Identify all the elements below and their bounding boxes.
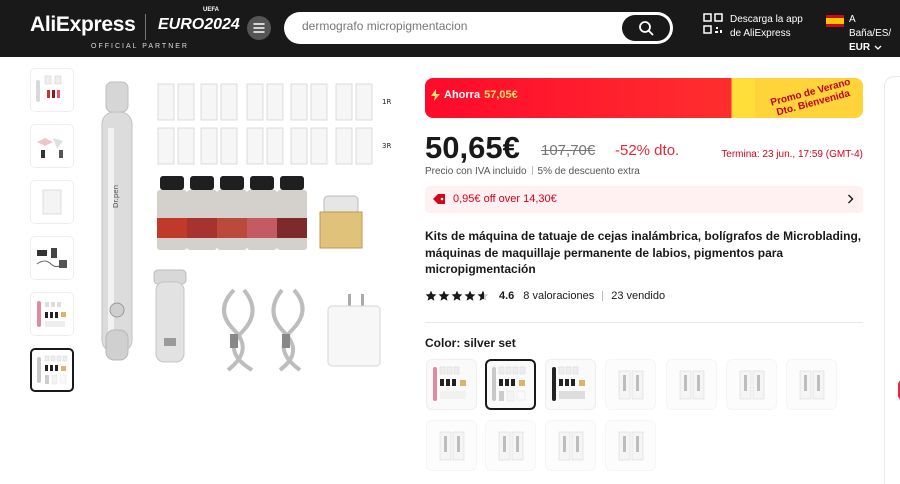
app-line-2: de AliExpress [730, 28, 791, 39]
color-option-needles-5[interactable] [426, 420, 477, 471]
coupon-tag-icon [433, 194, 445, 204]
download-app-link[interactable]: Descarga la app de AliExpress [703, 13, 803, 41]
app-line-1: Descarga la app [730, 14, 803, 25]
logo-divider [145, 14, 146, 40]
aliexpress-logo[interactable]: AliExpress [30, 13, 136, 37]
pen-brand-text: Dr.pen [112, 185, 120, 208]
thumbnail-1[interactable] [30, 68, 74, 112]
savings-label: Ahorra [444, 89, 481, 101]
color-option-needles-8[interactable] [605, 420, 656, 471]
extra-discount-text: 5% de descuento extra [537, 166, 640, 177]
region-selector[interactable]: A Baña/ES/ EUR [826, 13, 900, 55]
star-icon [438, 290, 450, 301]
purchase-panel [884, 76, 900, 484]
coupon-bar[interactable]: 0,95€ off over 14,30€ [425, 186, 863, 213]
menu-button[interactable] [247, 16, 271, 40]
rating-score: 4.6 [499, 290, 515, 302]
original-price: 107,70€ [541, 142, 596, 159]
color-option-needles-7[interactable] [545, 420, 596, 471]
tax-info: Precio con IVA incluido 5% de descuento e… [425, 166, 640, 177]
main-product-image[interactable]: Dr.pen 1R 3R [84, 68, 406, 390]
region-line-1: A Baña/ES/ [848, 14, 892, 39]
thumbnail-4[interactable] [30, 236, 74, 280]
color-option-pink-set[interactable] [426, 359, 477, 410]
euro2024-logo[interactable]: EURO2024 [158, 16, 240, 34]
search-bar [284, 12, 673, 44]
coupon-text: 0,95€ off over 14,30€ [453, 193, 557, 205]
product-title: Kits de máquina de tatuaje de cejas inal… [425, 229, 862, 276]
promo-banner[interactable]: Ahorra 57,05€ Promo de Verano Dto. Bienv… [425, 78, 863, 118]
summer-promo-text: Promo de Verano Dto. Bienvenida [769, 78, 852, 118]
savings-tag: Ahorra 57,05€ [431, 89, 518, 101]
search-input[interactable] [302, 19, 622, 33]
color-option-silver-set[interactable] [485, 359, 536, 410]
thumbnail-3[interactable] [30, 180, 74, 224]
discount-percent: -52% dto. [615, 142, 680, 159]
review-count[interactable]: 8 valoraciones [523, 290, 594, 302]
tax-included-text: Precio con IVA incluido [425, 166, 527, 177]
rating-row[interactable]: 4.6 8 valoraciones 23 vendido [425, 290, 665, 302]
uefa-label: UEFA [203, 7, 220, 13]
star-rating [425, 290, 489, 302]
color-option-needles-6[interactable] [485, 420, 536, 471]
qr-code-icon [703, 13, 723, 34]
thumbnail-6-selected[interactable] [30, 348, 74, 392]
current-price: 50,65€ [425, 130, 520, 165]
star-icon [464, 290, 476, 301]
film-roll [319, 195, 363, 249]
wall-charger [327, 294, 381, 367]
chevron-down-icon [874, 45, 882, 50]
color-label: Color: silver set [425, 336, 516, 350]
sold-count: 23 vendido [611, 290, 666, 302]
official-partner-label: OFFICIAL PARTNER [91, 43, 189, 50]
color-option-needles-1[interactable] [605, 359, 656, 410]
color-option-black-set[interactable] [545, 359, 596, 410]
thumbnail-list [30, 68, 74, 404]
top-header: AliExpress OFFICIAL PARTNER UEFA EURO202… [0, 0, 900, 57]
savings-amount: 57,05€ [484, 89, 518, 101]
star-icon [451, 290, 463, 301]
rating-divider [602, 291, 604, 301]
color-option-needles-3[interactable] [726, 359, 777, 410]
needle-cartridges [157, 83, 373, 165]
pen-grip [153, 269, 187, 363]
color-option-needles-2[interactable] [666, 359, 717, 410]
needle-label-1r: 1R [382, 98, 391, 106]
usb-cables [222, 288, 305, 372]
section-divider [425, 322, 863, 323]
star-icon [425, 290, 437, 301]
half-star-icon [477, 290, 489, 301]
pigment-bottles [157, 176, 307, 250]
tattoo-pen-image: Dr.pen [101, 81, 133, 361]
thumbnail-5[interactable] [30, 292, 74, 336]
hamburger-icon [253, 23, 265, 33]
price-row: 50,65€ 107,70€ -52% dto. Termina: 23 jun… [425, 130, 865, 166]
search-icon [639, 21, 654, 36]
offer-end-time: Termina: 23 jun., 17:59 (GMT-4) [721, 149, 863, 160]
tax-divider [531, 166, 533, 175]
search-button[interactable] [622, 15, 670, 41]
currency-label: EUR [848, 42, 871, 53]
summer-promo-badge: Promo de Verano Dto. Bienvenida [755, 78, 863, 118]
needle-label-3r: 3R [382, 142, 391, 150]
spain-flag-icon [826, 15, 844, 27]
color-option-needles-4[interactable] [786, 359, 837, 410]
thumbnail-2[interactable] [30, 124, 74, 168]
lightning-icon [431, 89, 440, 101]
chevron-right-icon [848, 194, 854, 204]
